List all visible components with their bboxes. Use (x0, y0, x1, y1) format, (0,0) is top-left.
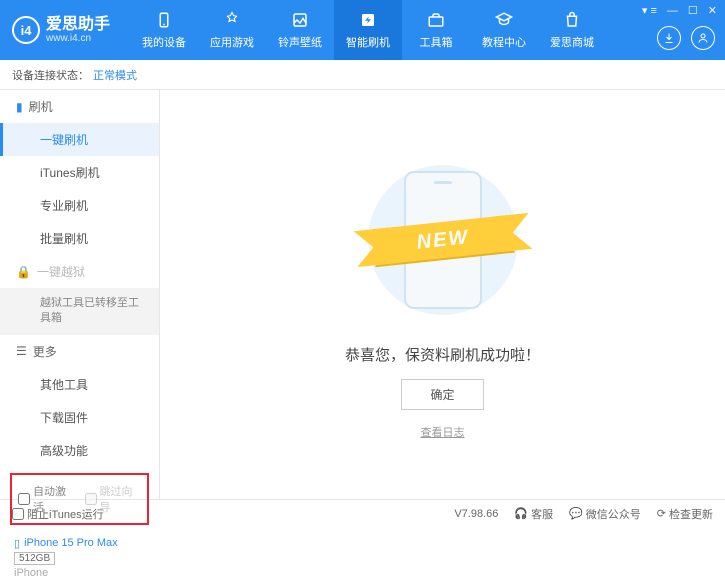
minimize-button[interactable]: — (667, 5, 678, 17)
sidebar-item-other-tools[interactable]: 其他工具 (0, 368, 159, 401)
headset-icon: 🎧 (514, 507, 528, 520)
nav-my-device[interactable]: 我的设备 (130, 0, 198, 60)
sidebar-section-more[interactable]: ☰ 更多 (0, 335, 159, 368)
tutorial-icon (494, 10, 514, 30)
nav-label: 应用游戏 (210, 34, 254, 50)
sidebar-item-download-fw[interactable]: 下载固件 (0, 401, 159, 434)
nav-label: 我的设备 (142, 34, 186, 50)
store-icon (562, 10, 582, 30)
nav-ringtones[interactable]: 铃声壁纸 (266, 0, 334, 60)
nav-apps[interactable]: 应用游戏 (198, 0, 266, 60)
menu-icon[interactable]: ▾ ≡ (642, 4, 657, 17)
list-icon: ☰ (16, 344, 27, 358)
logo-icon: i4 (12, 16, 40, 44)
lock-icon: 🔒 (16, 265, 31, 279)
main-content: NEW 恭喜您，保资料刷机成功啦！ 确定 查看日志 (160, 90, 725, 499)
phone-icon: ▮ (16, 100, 23, 114)
sidebar: ▮ 刷机 一键刷机 iTunes刷机 专业刷机 批量刷机 🔒 一键越狱 越狱工具… (0, 90, 160, 499)
status-value: 正常模式 (93, 67, 137, 83)
maximize-button[interactable]: ☐ (688, 4, 698, 17)
top-nav: 我的设备 应用游戏 铃声壁纸 智能刷机 工具箱 教程中心 爱思商城 (130, 0, 606, 60)
status-bar: 设备连接状态： 正常模式 (0, 60, 725, 90)
nav-label: 铃声壁纸 (278, 34, 322, 50)
nav-tutorials[interactable]: 教程中心 (470, 0, 538, 60)
ok-button[interactable]: 确定 (401, 379, 483, 410)
app-logo: i4 爱思助手 www.i4.cn (0, 16, 122, 45)
refresh-icon: ⟳ (657, 507, 666, 520)
view-log-link[interactable]: 查看日志 (421, 424, 465, 440)
wallpaper-icon (290, 10, 310, 30)
device-info[interactable]: ▯ iPhone 15 Pro Max 512GB iPhone (0, 531, 159, 585)
sidebar-jailbreak-note: 越狱工具已转移至工具箱 (0, 288, 159, 335)
nav-label: 教程中心 (482, 34, 526, 50)
sidebar-item-batch[interactable]: 批量刷机 (0, 222, 159, 255)
support-link[interactable]: 🎧客服 (514, 506, 553, 522)
toolbox-icon (426, 10, 446, 30)
download-button[interactable] (657, 26, 681, 50)
nav-flash[interactable]: 智能刷机 (334, 0, 402, 60)
app-subtitle: www.i4.cn (46, 33, 110, 44)
success-illustration: NEW (343, 150, 543, 330)
flash-icon (358, 10, 378, 30)
user-button[interactable] (691, 26, 715, 50)
nav-label: 爱思商城 (550, 34, 594, 50)
skip-guide-checkbox[interactable]: 跳过向导 (85, 483, 142, 515)
auto-activate-checkbox[interactable]: 自动激活 (18, 483, 75, 515)
close-button[interactable]: ✕ (708, 4, 717, 17)
sidebar-item-itunes[interactable]: iTunes刷机 (0, 156, 159, 189)
sidebar-item-pro[interactable]: 专业刷机 (0, 189, 159, 222)
nav-toolbox[interactable]: 工具箱 (402, 0, 470, 60)
device-type: iPhone (14, 567, 145, 579)
check-update-link[interactable]: ⟳检查更新 (657, 506, 713, 522)
wechat-icon: 💬 (569, 507, 583, 520)
apps-icon (222, 10, 242, 30)
window-controls: ▾ ≡ — ☐ ✕ (642, 4, 717, 17)
sidebar-item-oneclick[interactable]: 一键刷机 (0, 123, 159, 156)
device-name: iPhone 15 Pro Max (24, 537, 118, 549)
phone-small-icon: ▯ (14, 537, 20, 550)
options-box: 自动激活 跳过向导 (10, 473, 149, 525)
success-message: 恭喜您，保资料刷机成功啦！ (345, 344, 540, 365)
wechat-link[interactable]: 💬微信公众号 (569, 506, 641, 522)
version-label: V7.98.66 (454, 508, 498, 520)
nav-label: 智能刷机 (346, 34, 390, 50)
nav-store[interactable]: 爱思商城 (538, 0, 606, 60)
app-title: 爱思助手 (46, 16, 110, 34)
sidebar-item-advanced[interactable]: 高级功能 (0, 434, 159, 467)
status-label: 设备连接状态： (12, 67, 89, 83)
device-capacity: 512GB (14, 552, 55, 565)
app-header: i4 爱思助手 www.i4.cn 我的设备 应用游戏 铃声壁纸 智能刷机 工具… (0, 0, 725, 60)
sidebar-section-flash[interactable]: ▮ 刷机 (0, 90, 159, 123)
nav-label: 工具箱 (420, 34, 453, 50)
sidebar-section-jailbreak: 🔒 一键越狱 (0, 255, 159, 288)
device-icon (154, 10, 174, 30)
